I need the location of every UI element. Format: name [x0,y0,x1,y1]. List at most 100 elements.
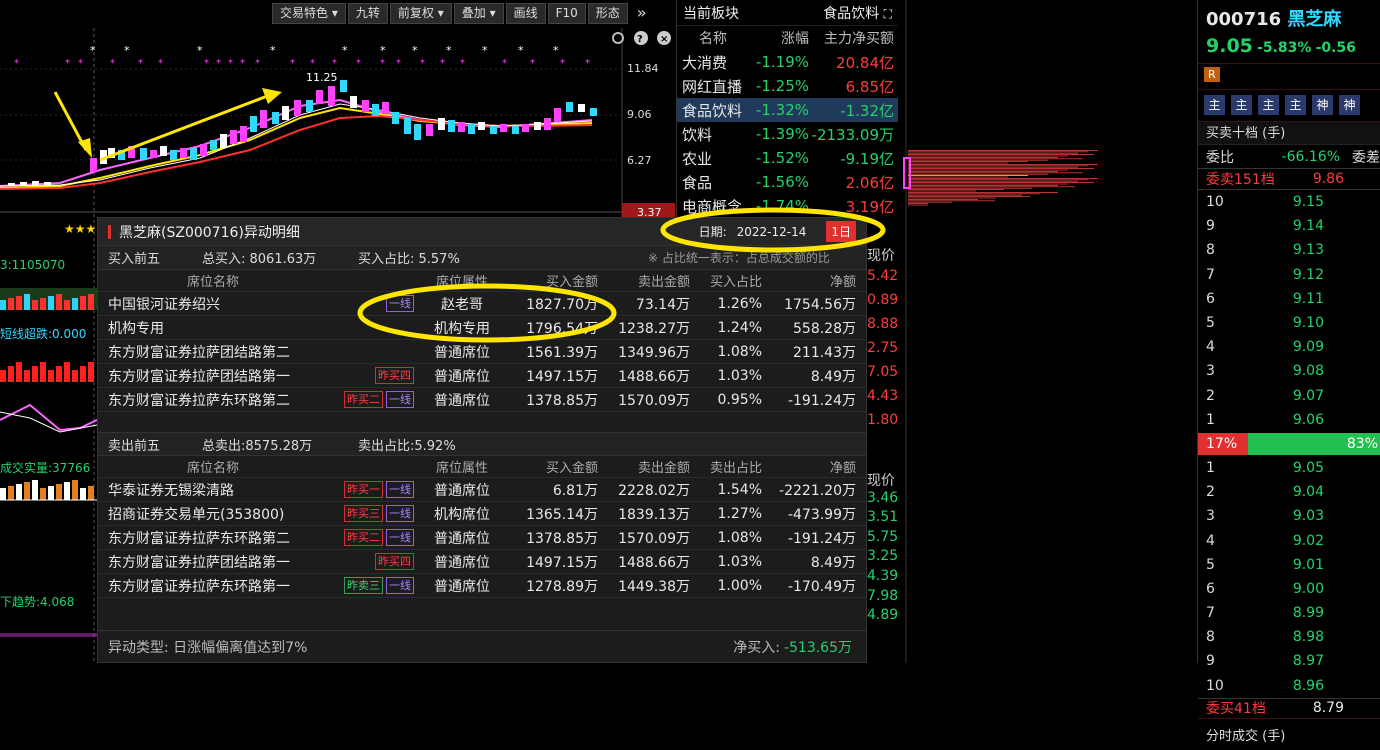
help-icon[interactable]: ? [634,31,648,45]
table-row[interactable]: 机构专用 机构专用 1796.54万 1238.27万 1.24% 558.28万 [98,316,866,340]
tool-trade-feature[interactable]: 交易特色 ▾ [272,3,346,24]
seat-tag[interactable]: 昨买四 [375,367,414,384]
tool-f10[interactable]: F10 [547,3,586,24]
sector-row[interactable]: 食品饮料 -1.32% -1.32亿 [677,98,898,122]
order-level[interactable]: 4 9.09 [1198,335,1380,359]
chip-button[interactable]: 主 [1204,95,1225,115]
order-level[interactable]: 9 9.14 [1198,214,1380,238]
order-level[interactable]: 1 9.06 [1198,408,1380,432]
price-label-2: 9.06 [627,108,652,121]
seat-name[interactable]: 中国银河证券绍兴 [98,294,328,314]
more-icon[interactable]: » [629,3,654,24]
seat-tag[interactable]: 昨买二 [344,529,383,546]
order-level[interactable]: 8 8.98 [1198,625,1380,649]
order-level[interactable]: 5 9.10 [1198,311,1380,335]
seat-tag[interactable]: 一线 [386,481,414,498]
r-badge[interactable]: R [1204,67,1220,82]
table-row[interactable]: 华泰证券无锡梁清路 昨买一 一线 普通席位 6.81万 2228.02万 1.54% -222… [98,478,866,502]
order-level[interactable]: 3 9.08 [1198,359,1380,383]
seat-name[interactable]: 机构专用 [98,318,328,338]
order-level[interactable]: 2 9.04 [1198,480,1380,504]
sector-row[interactable]: 网红直播 -1.25% 6.85亿 [677,74,898,98]
order-level[interactable]: 10 8.96 [1198,674,1380,698]
seat-name[interactable]: 东方财富证券拉萨东环路第一 [98,576,328,596]
tool-nine-turn[interactable]: 九转 [347,3,388,24]
seat-tag[interactable]: 一线 [386,295,414,312]
seat-name[interactable]: 东方财富证券拉萨团结路第一 [98,552,328,572]
order-level[interactable]: 5 9.01 [1198,553,1380,577]
order-level[interactable]: 8 9.13 [1198,238,1380,262]
seat-tag[interactable]: 一线 [386,529,414,546]
seat-name[interactable]: 东方财富证券拉萨团结路第二 [98,342,328,362]
sector-row[interactable]: 电商概念 -1.74% 3.19亿 [677,194,898,218]
sector-row-net: -1.32亿 [840,101,894,120]
candle [200,144,207,156]
order-level[interactable]: 2 9.07 [1198,384,1380,408]
level-index: 4 [1206,532,1215,549]
seat-tags: 昨买二 一线 [328,391,418,408]
table-row[interactable]: 东方财富证券拉萨东环路第二 昨买二 一线 普通席位 1378.85万 1570.09万 0.… [98,388,866,412]
table-row[interactable]: 东方财富证券拉萨东环路第二 昨买二 一线 普通席位 1378.85万 1570.09万 1.… [98,526,866,550]
order-level[interactable]: 7 9.12 [1198,263,1380,287]
candle [414,124,421,140]
indicator-bar [64,362,70,382]
order-level[interactable]: 9 8.97 [1198,649,1380,673]
tool-adjust[interactable]: 前复权 ▾ [389,3,452,24]
seat-tag[interactable]: 昨卖三 [344,577,383,594]
chip-button[interactable]: 神 [1339,95,1360,115]
sell-section-title: 卖出前五 [108,438,161,454]
order-level[interactable]: 7 8.99 [1198,601,1380,625]
ratio-value: 1.54% [717,481,762,498]
seat-name[interactable]: 东方财富证券拉萨东环路第二 [98,390,328,410]
sector-row[interactable]: 农业 -1.52% -9.19亿 [677,146,898,170]
stock-code: 000716 [1206,9,1282,30]
seat-tag[interactable]: 一线 [386,391,414,408]
chip-button[interactable]: 神 [1312,95,1333,115]
table-row[interactable]: 东方财富证券拉萨团结路第一 昨买四 普通席位 1497.15万 1488.66万 1.03… [98,550,866,574]
level-index: 10 [1206,677,1224,694]
order-level[interactable]: 1 9.05 [1198,456,1380,480]
date-value[interactable]: 2022-12-14 [737,225,807,239]
tool-draw[interactable]: 画线 [505,3,546,24]
seat-name[interactable]: 东方财富证券拉萨团结路第一 [98,366,328,386]
chip-button[interactable]: 主 [1285,95,1306,115]
sector-current[interactable]: 食品饮料 ⛶ [823,3,892,23]
volume-profile [898,0,1197,663]
indicator-bar [16,484,22,500]
table-row[interactable]: 中国银河证券绍兴 一线 赵老哥 1827.70万 73.14万 1.26% 1754.56万 [98,292,866,316]
seat-tag[interactable]: 一线 [386,505,414,522]
table-row[interactable]: 招商证券交易单元(353800) 昨买三 一线 机构席位 1365.14万 1839.13… [98,502,866,526]
seat-name[interactable]: 华泰证券无锡梁清路 [98,480,328,500]
order-level[interactable]: 10 9.15 [1198,190,1380,214]
table-row[interactable]: 东方财富证券拉萨东环路第一 昨卖三 一线 普通席位 1278.89万 1449.38万 1.… [98,574,866,598]
tool-overlay[interactable]: 叠加 ▾ [453,3,504,24]
expand-icon[interactable]: ⛶ [884,7,892,21]
seat-tag[interactable]: 昨买一 [344,481,383,498]
close-icon[interactable]: × [657,31,671,45]
ratio-value: 1.08% [717,343,762,360]
seat-tag[interactable]: 一线 [386,577,414,594]
period-button[interactable]: 1日 [826,221,856,242]
chip-button[interactable]: 主 [1258,95,1279,115]
seat-name[interactable]: 招商证券交易单元(353800) [98,504,328,524]
order-level[interactable]: 6 9.11 [1198,287,1380,311]
buy-amount: 1497.15万 [526,368,598,385]
tool-pattern[interactable]: 形态 [587,3,628,24]
seat-tag[interactable]: 昨买三 [344,505,383,522]
level-price: 9.08 [1292,363,1324,380]
order-level[interactable]: 4 9.02 [1198,528,1380,552]
seat-name[interactable]: 东方财富证券拉萨东环路第二 [98,528,328,548]
svg-text:*: * [356,58,361,69]
seat-tag[interactable]: 昨买二 [344,391,383,408]
seat-tag[interactable]: 昨买四 [375,553,414,570]
order-level[interactable]: 3 9.03 [1198,504,1380,528]
sector-row[interactable]: 大消费 -1.19% 20.84亿 [677,50,898,74]
table-row[interactable]: 东方财富证券拉萨团结路第一 昨买四 普通席位 1497.15万 1488.66万 1.03… [98,364,866,388]
net-amount: -170.49万 [787,578,856,595]
order-level[interactable]: 6 9.00 [1198,577,1380,601]
table-row[interactable]: 东方财富证券拉萨团结路第二 普通席位 1561.39万 1349.96万 1.08% 21… [98,340,866,364]
net-amount: 1754.56万 [784,296,856,313]
sector-row[interactable]: 食品 -1.56% 2.06亿 [677,170,898,194]
chip-button[interactable]: 主 [1231,95,1252,115]
sector-row[interactable]: 饮料 -1.39% -2133.09万 [677,122,898,146]
